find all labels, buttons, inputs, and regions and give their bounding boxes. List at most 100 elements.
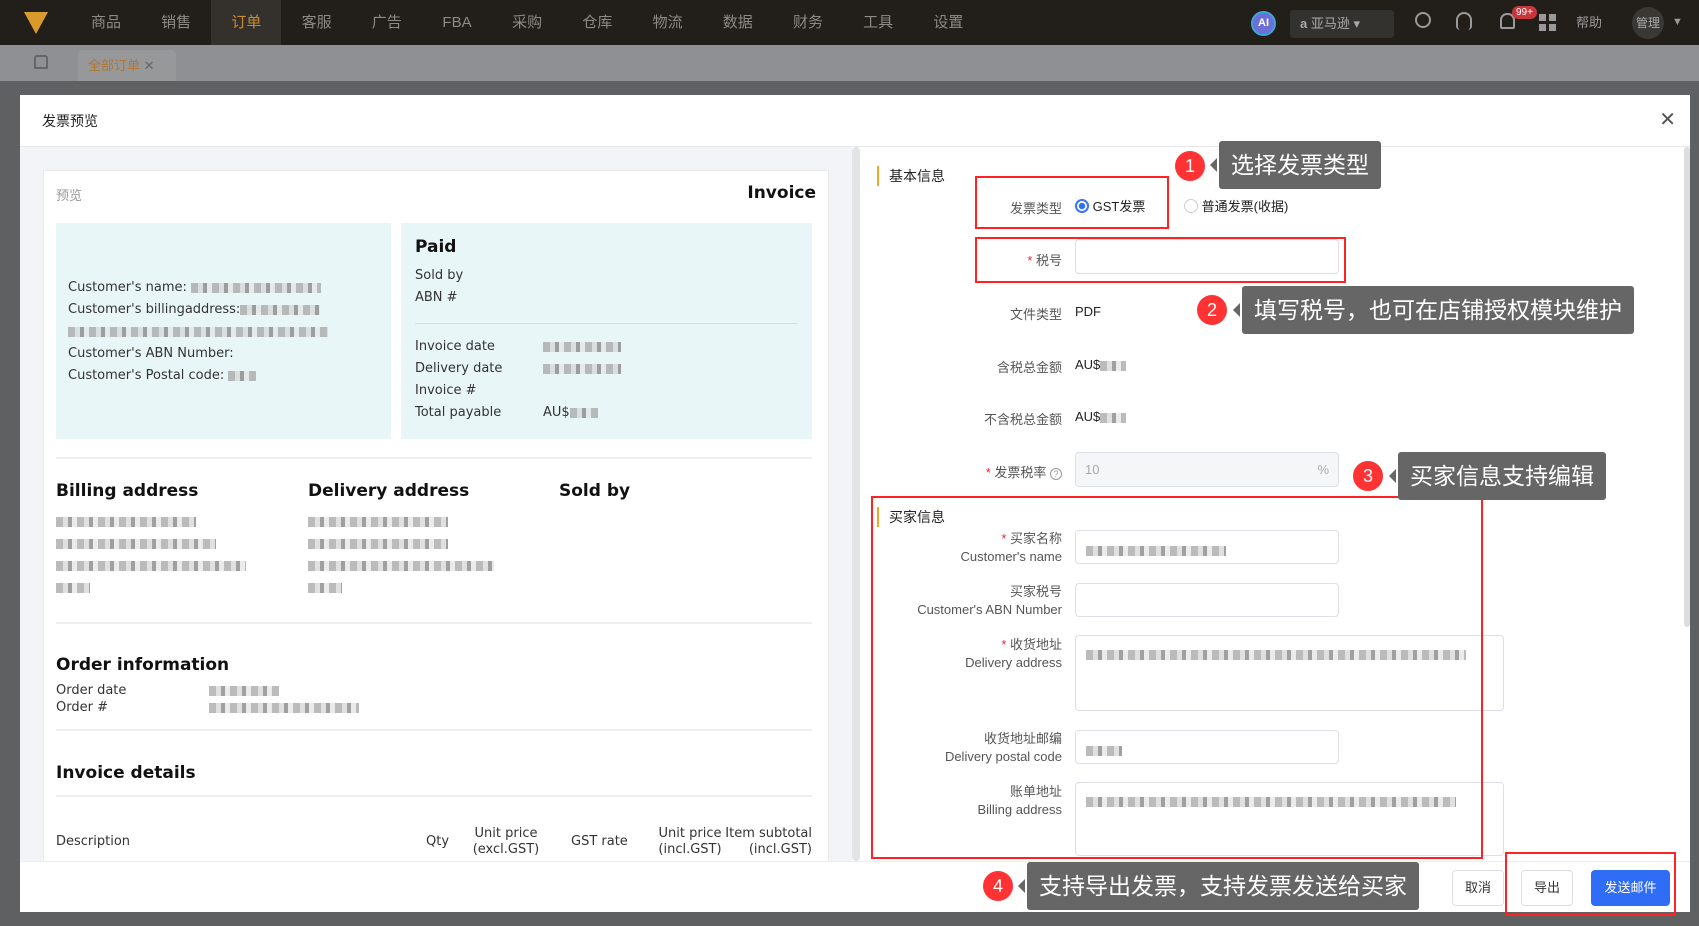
paid-title: Paid — [415, 237, 457, 257]
radio-normal[interactable]: 普通发票(收据) — [1184, 196, 1288, 215]
store-selector[interactable]: a 亚马逊 ▾ — [1290, 10, 1394, 38]
file-type-label: 文件类型 — [1009, 307, 1062, 322]
sold-by-heading: Sold by — [559, 481, 631, 501]
nav-item[interactable]: 客服 — [282, 0, 352, 45]
form-scrollbar[interactable] — [1684, 147, 1690, 627]
cancel-button[interactable]: 取消 — [1452, 870, 1504, 906]
callout-number-3: 3 — [1353, 461, 1383, 491]
modal-title: 发票预览 — [42, 113, 98, 129]
abn-label: ABN # — [415, 290, 458, 305]
total-payable-label: Total payable — [415, 405, 502, 420]
user-menu-caret-icon[interactable]: ▼ — [1672, 0, 1683, 45]
invoice-number-label: Invoice # — [415, 383, 477, 398]
customer-box: Customer's name: Customer's billingaddre… — [56, 223, 391, 439]
billing-address-heading: Billing address — [56, 481, 199, 501]
customer-postal-label: Customer's Postal code: — [68, 368, 225, 383]
search-icon[interactable] — [1415, 12, 1431, 28]
invoice-details-heading: Invoice details — [56, 763, 196, 783]
notification-badge: 99+ — [1512, 6, 1537, 19]
ai-icon[interactable]: AI — [1251, 11, 1276, 36]
divider — [56, 622, 812, 624]
file-type-value: PDF — [1075, 304, 1101, 319]
home-icon[interactable] — [34, 55, 48, 69]
highlight-box-tax-id — [975, 237, 1346, 283]
apps-grid-icon[interactable] — [1539, 14, 1556, 31]
divider — [56, 457, 812, 459]
help-link[interactable]: 帮助 — [1576, 0, 1602, 45]
tab-bar — [0, 45, 1699, 81]
total-incl-value: AU$ — [1075, 357, 1127, 372]
divider — [56, 795, 812, 797]
total-excl-value: AU$ — [1075, 409, 1127, 424]
invoice-table-header: Description Qty Unit price (excl.GST) GS… — [56, 826, 812, 861]
nav-item[interactable]: 设置 — [913, 0, 983, 45]
tax-rate-label-text: 发票税率 — [994, 465, 1047, 480]
amazon-icon: a — [1300, 16, 1308, 31]
callout-2: 填写税号，也可在店铺授权模块维护 — [1233, 286, 1634, 334]
caret-down-icon: ▾ — [1353, 16, 1361, 31]
highlight-box-actions — [1505, 852, 1676, 916]
nav-item[interactable]: 商品 — [71, 0, 141, 45]
preview-pane: 预览 Invoice Customer's name: Customer's b… — [20, 147, 852, 861]
col-unit-price-excl: Unit price (excl.GST) — [472, 826, 540, 857]
delivery-address-text — [308, 511, 498, 599]
order-fields: Order date Order # — [56, 682, 359, 716]
nav-item[interactable]: 销售 — [141, 0, 211, 45]
col-description: Description — [56, 834, 131, 849]
tax-rate-value: 10 — [1085, 462, 1100, 477]
delivery-address-heading: Delivery address — [308, 481, 470, 501]
nav-item[interactable]: 财务 — [773, 0, 843, 45]
help-circle-icon[interactable]: ? — [1050, 468, 1062, 480]
radio-unchecked-icon[interactable] — [1184, 199, 1198, 213]
store-name: 亚马逊 — [1310, 16, 1350, 31]
col-qty: Qty — [426, 834, 450, 849]
highlight-box-invoice-type — [975, 176, 1169, 229]
vertical-scrollbar[interactable] — [852, 147, 860, 861]
user-avatar[interactable]: 管理 — [1632, 7, 1664, 39]
nav-item[interactable]: 采购 — [492, 0, 562, 45]
callout-number-1: 1 — [1175, 151, 1205, 181]
radio-normal-label: 普通发票(收据) — [1201, 199, 1289, 214]
top-nav-bar: 商品 销售 订单 客服 广告 FBA 采购 仓库 物流 数据 财务 工具 设置 AI a 亚马逊 ▾ 9… — [0, 0, 1699, 45]
tax-rate-label: * 发票税率 ? — [862, 462, 1062, 481]
percent-unit: % — [1317, 462, 1329, 477]
nav-item[interactable]: 工具 — [843, 0, 913, 45]
tax-rate-input[interactable]: 10% — [1075, 452, 1339, 487]
total-excl-prefix: AU$ — [1075, 409, 1101, 424]
total-incl-prefix: AU$ — [1075, 357, 1101, 372]
footer-divider — [20, 861, 1690, 862]
callout-number-2: 2 — [1197, 295, 1227, 325]
order-information-heading: Order information — [56, 655, 230, 675]
paid-box: Paid Sold by ABN # Invoice date Delivery… — [401, 223, 812, 439]
callout-3: 买家信息支持编辑 — [1389, 452, 1606, 500]
nav-item[interactable]: 订单 — [211, 0, 282, 45]
close-tab-icon[interactable]: ✕ — [144, 58, 155, 73]
order-date-label: Order date — [56, 683, 127, 698]
customer-name-label: Customer's name: — [68, 280, 187, 295]
preview-label: 预览 — [56, 189, 83, 204]
nav-item[interactable]: 广告 — [352, 0, 422, 45]
sold-by-label: Sold by — [415, 268, 464, 283]
nav-item[interactable]: 数据 — [703, 0, 773, 45]
invoice-heading: Invoice — [747, 183, 816, 203]
col-unit-price-incl: Unit price (incl.GST) — [658, 826, 722, 857]
tab-label: 全部订单 — [88, 58, 141, 73]
logo-icon[interactable] — [24, 12, 48, 34]
basic-info-heading: 基本信息 — [877, 166, 945, 186]
total-payable-value: AU$ — [543, 405, 570, 420]
callout-1: 选择发票类型 — [1210, 141, 1381, 189]
order-number-label: Order # — [56, 700, 108, 715]
total-incl-label: 含税总金额 — [996, 360, 1062, 375]
callout-number-4: 4 — [983, 871, 1013, 901]
billing-address-text — [56, 511, 246, 599]
nav-item[interactable]: 仓库 — [562, 0, 632, 45]
nav-item[interactable]: 物流 — [633, 0, 703, 45]
highlight-box-buyer-info — [871, 496, 1483, 859]
nav-item[interactable]: FBA — [422, 0, 492, 45]
headset-icon[interactable] — [1456, 12, 1472, 30]
col-item-subtotal: Item subtotal (incl.GST) — [725, 826, 812, 857]
col-gst-rate: GST rate — [571, 834, 628, 849]
close-icon[interactable]: ✕ — [1659, 107, 1676, 132]
customer-billing-label: Customer's billingaddress: — [68, 302, 241, 317]
tab-all-orders[interactable]: 全部订单 ✕ — [78, 50, 176, 81]
